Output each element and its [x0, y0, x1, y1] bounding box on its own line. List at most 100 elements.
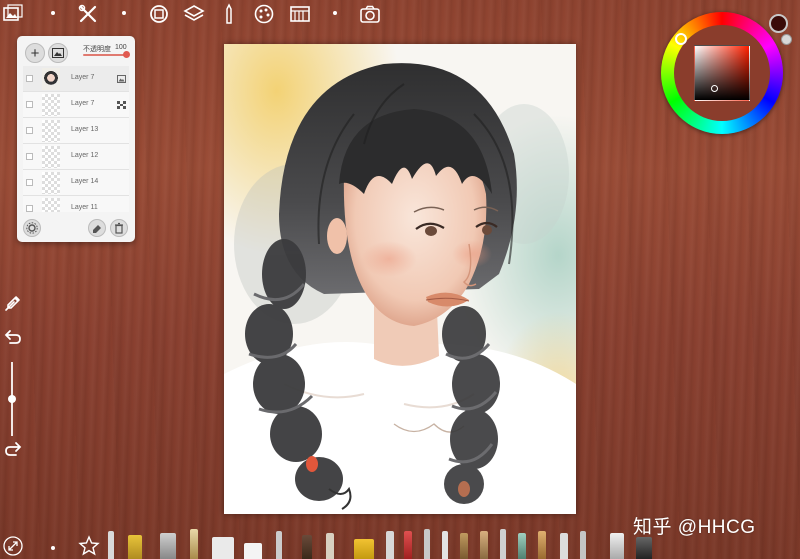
undo-button[interactable] [3, 326, 23, 346]
toolbar-separator-dot [333, 11, 337, 15]
trash-icon [115, 222, 123, 234]
layer-name: Layer 11 [71, 204, 98, 211]
toolbar-separator-dot [51, 11, 55, 15]
ink-pen-tool[interactable] [424, 529, 430, 559]
flat-brush-tool[interactable] [460, 533, 468, 559]
delete-layer-button[interactable] [110, 219, 128, 237]
brush-tool-strip [104, 527, 664, 559]
import-image-button[interactable] [48, 43, 68, 63]
layers-footer [17, 216, 135, 242]
eraser-button[interactable] [88, 219, 106, 237]
gallery-icon[interactable] [2, 3, 24, 25]
gear-icon [26, 222, 38, 234]
layer-visibility-checkbox[interactable] [26, 75, 33, 82]
crayon-tool[interactable] [404, 531, 412, 559]
color-square-cursor[interactable] [711, 85, 718, 92]
hue-ring-cursor[interactable] [675, 33, 687, 45]
opacity-slider[interactable] [83, 54, 127, 56]
eraser-icon [93, 225, 101, 233]
layer-thumbnail [42, 94, 60, 116]
opacity-label: 不透明度 [83, 46, 111, 53]
saturation-brightness-square[interactable] [694, 45, 750, 101]
ruler-tool[interactable] [160, 533, 176, 559]
expand-icon [3, 536, 23, 556]
layer-name: Layer 13 [71, 126, 99, 133]
toolbar-separator-dot [51, 546, 55, 550]
brush-tool[interactable] [190, 529, 198, 559]
portrait-painting [224, 44, 576, 514]
blender-tool[interactable] [580, 531, 586, 559]
eraser-tool[interactable] [212, 537, 234, 559]
layer-name: Layer 14 [71, 178, 99, 185]
layers-panel: + 不透明度 100 Layer 7 Layer 7 Layer 13 Laye… [17, 36, 135, 242]
pencil-icon[interactable] [218, 3, 240, 25]
layer-name: Layer 12 [71, 152, 99, 159]
color-palette-icon[interactable] [253, 3, 275, 25]
favorites-button[interactable] [78, 535, 100, 557]
layer-thumbnail [42, 120, 60, 142]
watercolor-brush-tool[interactable] [518, 533, 526, 559]
camera-icon[interactable] [359, 3, 381, 25]
layer-thumbnail [42, 172, 60, 194]
current-color-swatch[interactable] [769, 14, 788, 33]
brush-size-slider-handle[interactable] [8, 395, 16, 403]
undo-icon [4, 330, 21, 344]
paintbrush-tool[interactable] [326, 533, 334, 559]
toolbar-separator-dot [122, 11, 126, 15]
spray-tool[interactable] [636, 537, 652, 559]
round-brush-tool[interactable] [480, 531, 488, 559]
fineliner-tool[interactable] [386, 531, 394, 559]
image-import-icon [52, 48, 64, 58]
brush-library-icon[interactable] [148, 3, 170, 25]
layer-visibility-checkbox[interactable] [26, 205, 33, 212]
layer-row[interactable]: Layer 7 [23, 66, 129, 92]
salt-tool[interactable] [610, 533, 624, 559]
eyedropper-icon [5, 296, 20, 311]
plus-icon: + [30, 44, 40, 62]
layer-name: Layer 7 [71, 100, 95, 107]
layer-thumbnail [42, 146, 60, 168]
layer-row[interactable]: Layer 7 [23, 92, 129, 118]
layers-icon[interactable] [183, 3, 205, 25]
layer-visibility-checkbox[interactable] [26, 101, 33, 108]
smudge-tool[interactable] [560, 533, 568, 559]
layer-visibility-checkbox[interactable] [26, 153, 33, 160]
secondary-color-swatch[interactable] [781, 34, 792, 45]
redo-icon [5, 442, 22, 456]
pen-tool[interactable] [276, 531, 282, 559]
layer-row[interactable]: Layer 13 [23, 118, 129, 144]
opacity-slider-handle[interactable] [123, 51, 130, 58]
image-icon [117, 75, 126, 83]
redo-button[interactable] [3, 438, 23, 458]
star-icon [78, 535, 100, 556]
opacity-value: 100 [115, 44, 127, 51]
marker-tool[interactable] [128, 535, 142, 559]
fullscreen-button[interactable] [2, 535, 24, 557]
paper-tool[interactable] [244, 543, 262, 559]
drawing-canvas[interactable] [224, 44, 576, 514]
add-layer-button[interactable]: + [25, 43, 45, 63]
pencil-tool[interactable] [108, 531, 114, 559]
layer-thumbnail [42, 68, 60, 90]
canvas-ruler-icon[interactable] [289, 3, 311, 25]
layer-name: Layer 7 [71, 74, 95, 81]
layer-row[interactable]: Layer 14 [23, 170, 129, 196]
pattern-icon [117, 101, 126, 109]
ballpoint-tool[interactable] [442, 531, 448, 559]
paint-bucket-tool[interactable] [354, 539, 374, 559]
airbrush-tool[interactable] [302, 535, 312, 559]
layer-row[interactable]: Layer 11 [23, 196, 129, 212]
layer-settings-button[interactable] [23, 219, 41, 237]
eyedropper-button[interactable] [3, 293, 23, 313]
layer-row[interactable]: Layer 12 [23, 144, 129, 170]
layer-list: Layer 7 Layer 7 Layer 13 Layer 12 Layer … [23, 66, 129, 212]
oil-brush-tool[interactable] [538, 531, 546, 559]
tools-icon[interactable] [77, 3, 99, 25]
liner-tool[interactable] [500, 529, 506, 559]
layer-visibility-checkbox[interactable] [26, 179, 33, 186]
watermark: 知乎 @HHCG [633, 517, 756, 538]
top-toolbar [0, 0, 800, 28]
layer-visibility-checkbox[interactable] [26, 127, 33, 134]
layer-thumbnail [42, 198, 60, 212]
color-wheel[interactable] [661, 12, 783, 134]
